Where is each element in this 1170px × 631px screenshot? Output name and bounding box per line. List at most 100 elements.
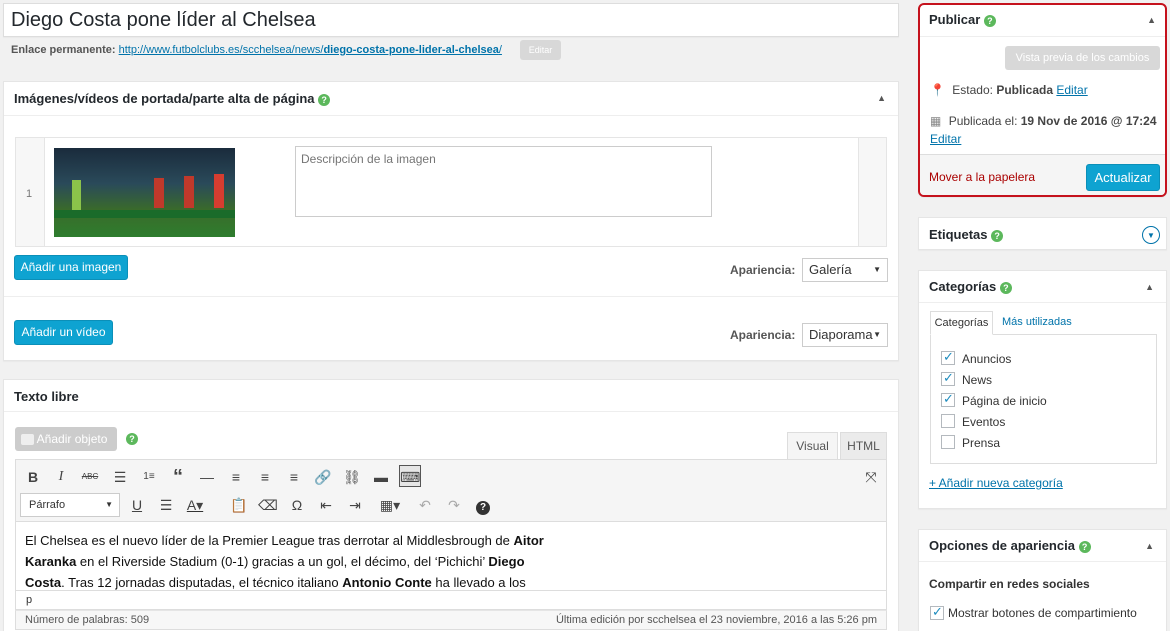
categories-list: Anuncios News Página de inicio Eventos Prens… xyxy=(930,334,1157,464)
redo-icon[interactable]: ↷ xyxy=(443,494,465,516)
preview-changes-button[interactable]: Vista previa de los cambios xyxy=(1005,46,1160,70)
justify-icon[interactable]: ☰ xyxy=(155,494,177,516)
category-checkbox[interactable] xyxy=(941,349,955,365)
last-edit-info: Última edición por scchelsea el 23 novie… xyxy=(555,614,877,626)
align-right-icon[interactable]: ≡ xyxy=(283,466,305,488)
bullet-list-icon[interactable]: ☰ xyxy=(109,466,131,488)
align-left-icon[interactable]: ≡ xyxy=(225,466,247,488)
update-button[interactable]: Actualizar xyxy=(1086,164,1160,191)
add-image-button[interactable]: Añadir una imagen xyxy=(14,255,128,280)
paste-text-icon[interactable]: 📋 xyxy=(228,494,250,516)
add-video-button[interactable]: Añadir un vídeo xyxy=(14,320,113,345)
add-object-button[interactable]: Añadir objeto xyxy=(15,427,117,451)
numbered-list-icon[interactable]: 1≡ xyxy=(138,466,160,488)
media-box-title: Imágenes/vídeos de portada/parte alta de… xyxy=(14,91,315,106)
help-icon[interactable]: ? xyxy=(126,433,138,445)
image-appearance-select[interactable]: Galería ▼ xyxy=(802,258,888,282)
expand-circle-icon[interactable]: ▼ xyxy=(1142,226,1160,244)
fullscreen-icon[interactable]: ⤧ xyxy=(860,466,882,488)
add-object-label: Añadir objeto xyxy=(36,432,108,446)
image-description-input[interactable] xyxy=(295,146,712,217)
category-item[interactable]: Prensa xyxy=(931,435,1151,453)
category-checkbox[interactable] xyxy=(941,391,955,407)
keyboard-shortcuts-icon[interactable]: ? xyxy=(472,494,494,516)
special-character-icon[interactable]: Ω xyxy=(286,494,308,516)
permalink-edit-button[interactable]: Editar xyxy=(520,40,561,60)
category-checkbox[interactable] xyxy=(941,435,955,449)
help-icon[interactable]: ? xyxy=(991,229,1004,242)
outdent-icon[interactable]: ⇤ xyxy=(315,494,337,516)
underline-icon[interactable]: U xyxy=(126,494,148,516)
category-item[interactable]: News xyxy=(931,370,1151,390)
publish-actions: Mover a la papelera Actualizar xyxy=(920,154,1165,195)
add-new-category-link[interactable]: + Añadir nueva categoría xyxy=(929,476,1063,490)
share-buttons-checkbox[interactable] xyxy=(930,604,944,620)
help-icon[interactable]: ? xyxy=(1078,540,1091,553)
text-color-icon[interactable]: A▾ xyxy=(184,494,206,516)
categories-header[interactable]: Categorías ? ▲ xyxy=(919,271,1166,303)
category-checkbox[interactable] xyxy=(941,414,955,428)
content-text: ha llevado a los xyxy=(431,575,526,590)
media-thumbnail[interactable] xyxy=(54,148,235,237)
toolbar-toggle-icon[interactable]: ⌨ xyxy=(399,465,421,487)
collapse-arrow-icon[interactable]: ▲ xyxy=(1147,15,1156,25)
share-option-label: Mostrar botones de compartimiento xyxy=(948,606,1137,620)
published-edit-link[interactable]: Editar xyxy=(930,132,961,146)
permalink-row: Enlace permanente: http://www.futbolclub… xyxy=(11,44,502,56)
bold-icon[interactable]: B xyxy=(22,466,44,488)
help-icon[interactable]: ? xyxy=(999,281,1012,294)
collapse-arrow-icon[interactable]: ▲ xyxy=(1145,282,1154,292)
editor-content[interactable]: El Chelsea es el nuevo líder de la Premi… xyxy=(15,521,887,591)
content-bold: Karanka xyxy=(25,554,77,569)
title-field[interactable]: Diego Costa pone líder al Chelsea xyxy=(3,3,899,37)
read-more-icon[interactable]: ▬ xyxy=(370,466,392,488)
status-edit-link[interactable]: Editar xyxy=(1056,83,1087,97)
thumbnail-player-figure xyxy=(154,178,164,208)
category-item[interactable]: Eventos xyxy=(931,414,1151,432)
element-path[interactable]: p xyxy=(26,594,32,606)
category-checkbox[interactable] xyxy=(941,370,955,386)
video-appearance-select[interactable]: Diaporama ▼ xyxy=(802,323,888,347)
blockquote-icon[interactable]: “ xyxy=(167,466,189,488)
content-bold: Antonio Conte xyxy=(342,575,432,590)
permalink-link[interactable]: http://www.futbolclubs.es/scchelsea/news… xyxy=(119,44,502,56)
collapse-arrow-icon[interactable]: ▲ xyxy=(1145,541,1154,551)
unlink-icon[interactable]: ⛓ xyxy=(341,466,363,488)
media-divider xyxy=(4,296,898,297)
permalink-base: http://www.futbolclubs.es/scchelsea/news… xyxy=(118,44,324,56)
permalink-label: Enlace permanente: xyxy=(11,44,116,56)
thumbnail-ad-board xyxy=(54,210,235,218)
format-select-value: Párrafo xyxy=(29,499,66,511)
indent-icon[interactable]: ⇥ xyxy=(344,494,366,516)
editor-title: Texto libre xyxy=(14,389,79,404)
tab-categories-all[interactable]: Categorías xyxy=(930,311,993,335)
horizontal-line-icon[interactable]: — xyxy=(196,466,218,488)
move-to-trash-link[interactable]: Mover a la papelera xyxy=(929,170,1035,184)
editor-status-bar: Número de palabras: 509 Última edición p… xyxy=(15,610,887,630)
category-item[interactable]: Página de inicio xyxy=(931,391,1151,411)
tab-categories-most-used[interactable]: Más utilizadas xyxy=(1002,316,1072,328)
italic-icon[interactable]: I xyxy=(50,466,72,488)
clear-formatting-icon[interactable]: ⌫ xyxy=(257,494,279,516)
help-icon[interactable]: ? xyxy=(983,14,996,27)
link-icon[interactable]: 🔗 xyxy=(312,466,334,488)
tab-visual[interactable]: Visual xyxy=(787,432,838,459)
collapse-arrow-icon[interactable]: ▲ xyxy=(877,93,886,103)
appearance-options-header[interactable]: Opciones de apariencia ? ▲ xyxy=(919,530,1166,562)
undo-icon[interactable]: ↶ xyxy=(414,494,436,516)
category-item[interactable]: Anuncios xyxy=(931,349,1151,369)
strikethrough-icon[interactable]: ABC xyxy=(79,466,101,488)
publish-header[interactable]: Publicar ? ▲ xyxy=(920,5,1165,37)
post-title[interactable]: Diego Costa pone líder al Chelsea xyxy=(11,9,316,32)
categories-title: Categorías xyxy=(929,279,997,294)
help-icon[interactable]: ? xyxy=(318,93,331,106)
tab-html[interactable]: HTML xyxy=(840,432,887,459)
align-center-icon[interactable]: ≡ xyxy=(254,466,276,488)
category-label: Prensa xyxy=(962,436,1001,450)
format-select[interactable]: Párrafo ▼ xyxy=(20,493,120,517)
media-icon xyxy=(21,434,34,446)
content-text: en el Riverside Stadium (0-1) gracias a … xyxy=(76,554,489,569)
appearance-options-box: Opciones de apariencia ? ▲ Compartir en … xyxy=(918,529,1167,631)
table-icon[interactable]: ▦▾ xyxy=(374,494,406,516)
media-box-header[interactable]: Imágenes/vídeos de portada/parte alta de… xyxy=(4,82,898,116)
